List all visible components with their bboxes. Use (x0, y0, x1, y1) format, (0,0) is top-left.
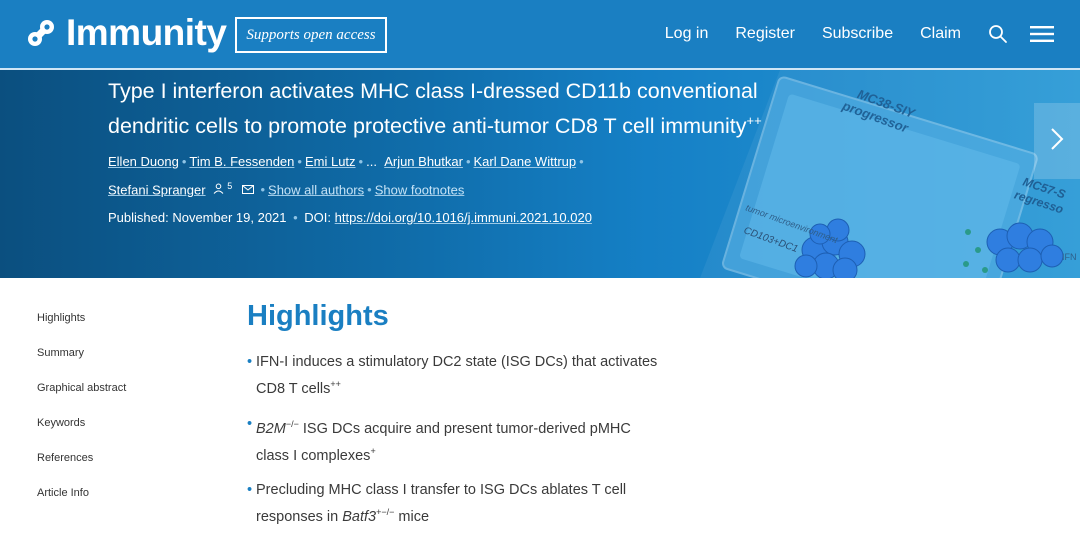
journal-name: Immunity (66, 12, 227, 53)
author-link[interactable]: Karl Dane Wittrup (474, 154, 577, 169)
bullet: • (247, 482, 253, 499)
footnote-mark: ++ (330, 379, 341, 389)
sidenav-item-article-info[interactable]: Article Info (37, 486, 126, 521)
doi-label: DOI: (304, 210, 332, 225)
genotype-superscript: +−/− (376, 507, 395, 518)
show-all-authors-link[interactable]: Show all authors (268, 182, 364, 197)
sidenav-item-summary[interactable]: Summary (37, 346, 126, 381)
author-separator: • (260, 182, 266, 198)
bullet: • (247, 415, 253, 432)
highlight-item: • B2M−/− ISG DCs acquire and present tum… (247, 413, 687, 467)
sidenav-item-keywords[interactable]: Keywords (37, 416, 126, 451)
bullet: • (247, 354, 253, 370)
highlight-text: responses in (256, 509, 343, 526)
top-navigation-bar: Immunity Supports open access Log in Reg… (0, 0, 1080, 68)
highlight-text: CD8 T cells (256, 380, 331, 397)
header-nav: Log in Register Subscribe Claim (665, 0, 1080, 68)
author-footnote-number: 5 (227, 181, 233, 191)
author-link[interactable]: Stefani Spranger (108, 182, 206, 197)
highlight-item: • IFN-I induces a stimulatory DC2 state … (247, 351, 687, 400)
author-link[interactable]: Ellen Duong (108, 154, 179, 169)
cell-press-logo-icon (24, 16, 58, 50)
corresponding-author-icon (213, 182, 224, 197)
highlight-item: • Precluding MHC class I transfer to ISG… (247, 479, 687, 528)
show-footnotes-link[interactable]: Show footnotes (375, 182, 465, 197)
art-label-ifn: IFN (1062, 252, 1077, 262)
gene-name: B2M (256, 420, 286, 437)
hamburger-menu-icon[interactable] (1030, 25, 1054, 43)
author-separator: • (367, 182, 372, 198)
author-separator: • (181, 154, 187, 169)
register-link[interactable]: Register (735, 25, 795, 43)
footnote-mark: + (370, 445, 376, 456)
journal-logo[interactable]: Immunity (24, 12, 227, 54)
article-hero-banner: MC38-SIY progressor tumor microenvironme… (0, 70, 1080, 278)
author-separator: • (579, 154, 584, 169)
highlight-text: Precluding MHC class I transfer to ISG D… (256, 482, 627, 499)
highlight-text: mice (394, 509, 430, 526)
highlight-text: ISG DCs acquire and present tumor-derive… (298, 420, 631, 437)
sidenav-item-graphical-abstract[interactable]: Graphical abstract (37, 381, 126, 416)
author-link[interactable]: Tim B. Fessenden (189, 154, 294, 169)
claim-link[interactable]: Claim (920, 25, 961, 43)
author-list: Ellen Duong • Tim B. Fessenden • Emi Lutz •..… (108, 150, 668, 202)
author-separator: • (358, 154, 364, 169)
article-title-footnote-mark: ++ (746, 113, 762, 128)
section-heading: Highlights (247, 300, 389, 332)
author-ellipsis: ... (366, 154, 377, 169)
author-link[interactable]: Emi Lutz (305, 154, 356, 169)
author-link[interactable]: Arjun Bhutkar (384, 154, 463, 169)
login-link[interactable]: Log in (665, 25, 709, 43)
genotype-superscript: −/− (285, 418, 299, 429)
email-icon[interactable] (241, 182, 254, 197)
next-article-button[interactable] (1034, 103, 1080, 179)
published-date: Published: November 19, 2021 (108, 210, 287, 225)
doi-link[interactable]: https://doi.org/10.1016/j.immuni.2021.10… (335, 210, 592, 225)
subscribe-link[interactable]: Subscribe (822, 25, 893, 43)
article-section-nav: Highlights Summary Graphical abstract Ke… (37, 311, 126, 521)
highlight-text: class I complexes (256, 447, 371, 464)
author-separator: • (465, 154, 471, 169)
search-icon[interactable] (988, 24, 1008, 44)
open-access-badge[interactable]: Supports open access (235, 17, 387, 53)
publication-info: Published: November 19, 2021 • DOI: http… (108, 210, 592, 225)
article-title-text: Type I interferon activates MHC class I-… (108, 79, 758, 139)
sidenav-item-highlights[interactable]: Highlights (37, 311, 126, 346)
article-title: Type I interferon activates MHC class I-… (108, 76, 828, 141)
highlight-text: IFN-I induces a stimulatory DC2 state (I… (256, 354, 658, 370)
chevron-right-icon (1050, 127, 1064, 156)
pub-separator: • (289, 210, 302, 225)
author-separator: • (297, 154, 302, 169)
gene-name: Batf3 (342, 509, 377, 526)
sidenav-item-references[interactable]: References (37, 451, 126, 486)
highlights-section: Highlights • IFN-I induces a stimulatory… (247, 300, 687, 541)
